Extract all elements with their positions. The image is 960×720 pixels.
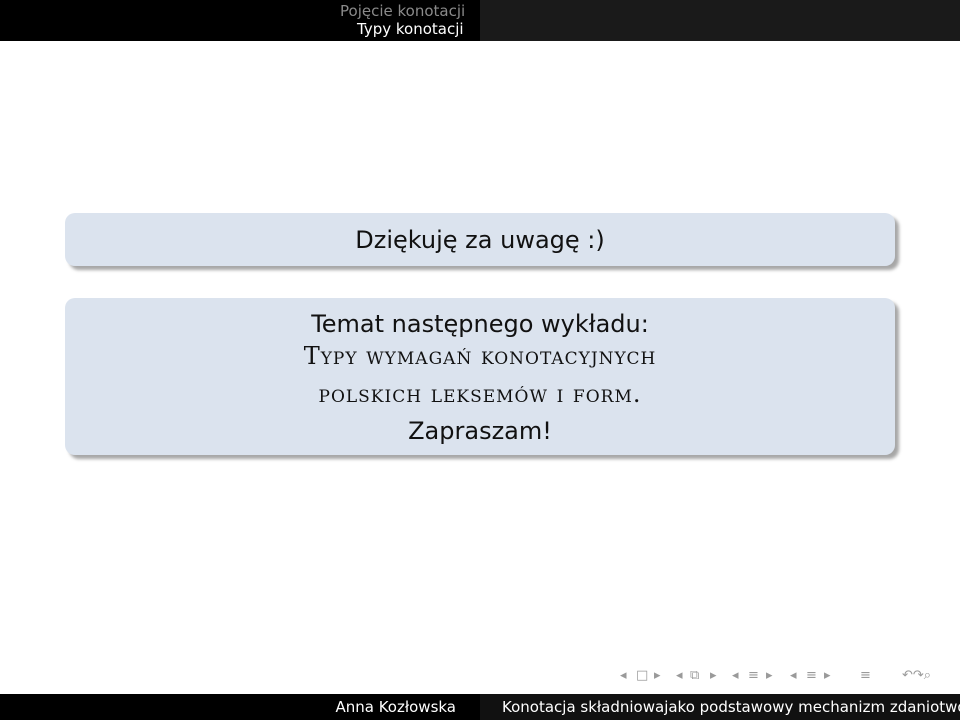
subsection-next-icon[interactable]: ▸ xyxy=(710,668,717,683)
section-icon[interactable]: ≡ xyxy=(748,668,759,683)
next-title-line2: polskich leksemów i form. xyxy=(318,380,642,408)
frame-next-icon[interactable]: ▸ xyxy=(654,668,661,683)
footer-bar: Anna Kozłowska Konotacja składniowajako … xyxy=(0,694,960,720)
footer-title-cell: Konotacja składniowajako podstawowy mech… xyxy=(480,694,960,720)
header-right-cell xyxy=(480,0,960,41)
frame-icon[interactable]: □ xyxy=(636,668,648,683)
next-topic-label: Temat następnego wykładu: xyxy=(311,310,649,338)
thanks-text: Dziękuję za uwagę :) xyxy=(355,226,605,254)
document-prev-icon[interactable]: ◂ xyxy=(790,668,797,683)
nav-subsection-link[interactable]: Typy konotacji xyxy=(357,20,464,38)
subsection-prev-icon[interactable]: ◂ xyxy=(676,668,683,683)
footer-author-cell: Anna Kozłowska xyxy=(0,694,480,720)
frame-prev-icon[interactable]: ◂ xyxy=(620,668,627,683)
footer-title: Konotacja składniowajako podstawowy mech… xyxy=(502,698,960,716)
nav-section-link[interactable]: Pojęcie konotacji xyxy=(340,2,465,20)
thanks-block: Dziękuję za uwagę :) xyxy=(65,213,895,266)
section-next-icon[interactable]: ▸ xyxy=(766,668,773,683)
invite-text: Zapraszam! xyxy=(408,417,552,445)
section-prev-icon[interactable]: ◂ xyxy=(732,668,739,683)
footer-author: Anna Kozłowska xyxy=(335,698,456,716)
search-back-forward-icon[interactable]: ↶↷⌕ xyxy=(902,668,931,683)
document-next-icon[interactable]: ▸ xyxy=(824,668,831,683)
document-icon[interactable]: ≡ xyxy=(806,668,817,683)
next-lecture-block: Temat następnego wykładu: Typy wymagań k… xyxy=(65,298,895,455)
subsection-icon[interactable]: ⧉ xyxy=(690,668,699,683)
header-bar: Pojęcie konotacji Typy konotacji xyxy=(0,0,960,41)
next-title-line1: Typy wymagań konotacyjnych xyxy=(303,342,657,370)
appendix-icon[interactable]: ≡ xyxy=(860,668,871,683)
header-nav-cell: Pojęcie konotacji Typy konotacji xyxy=(0,0,480,41)
